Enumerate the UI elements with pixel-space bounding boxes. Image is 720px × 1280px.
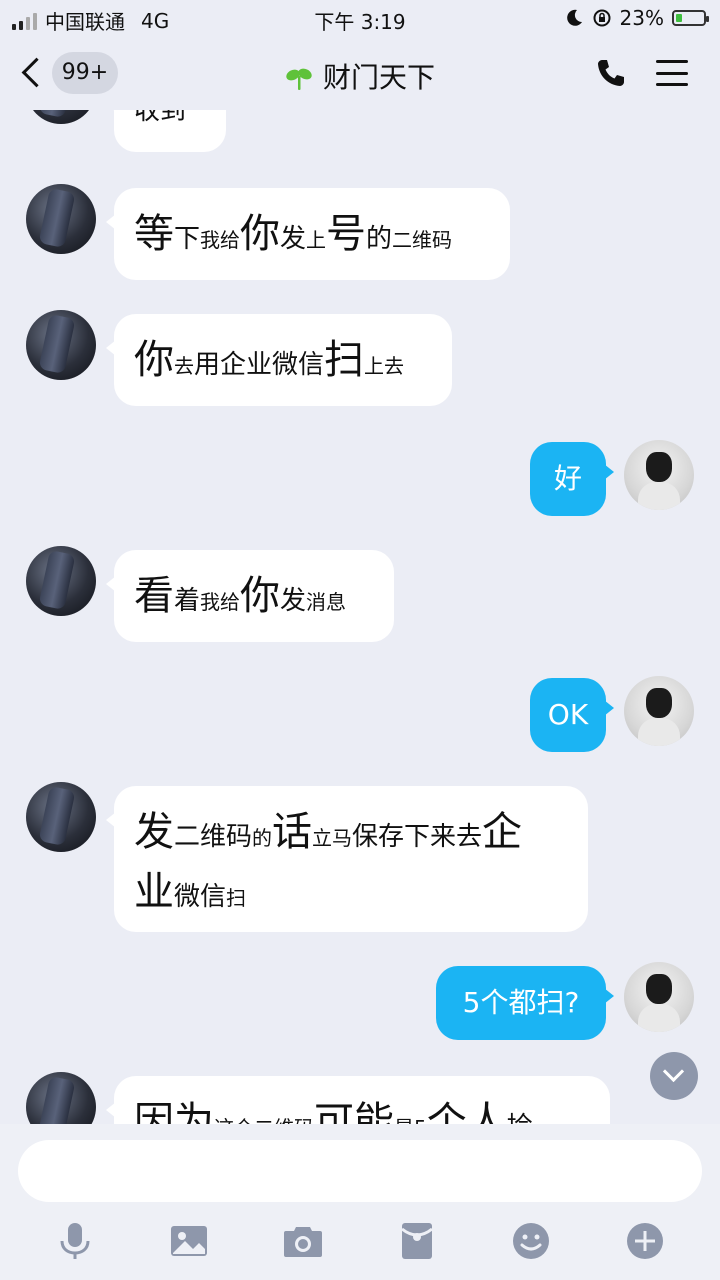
phone-icon[interactable]	[594, 56, 628, 90]
message-bubble[interactable]: 你去用企业微信扫上去	[106, 314, 452, 406]
message-text: 等	[134, 211, 174, 257]
battery-percent: 23%	[619, 6, 664, 30]
message-text: 你	[134, 337, 174, 383]
contact-avatar[interactable]	[26, 184, 96, 254]
message-text: 你	[240, 573, 281, 619]
camera-icon[interactable]	[280, 1218, 326, 1264]
message-text: 可能	[314, 1099, 394, 1124]
message-bubble[interactable]: 发二维码的话立马保存下来去企 业微信扫	[106, 786, 588, 932]
message-line: 业微信扫	[134, 866, 568, 926]
message-text: 收到	[134, 110, 187, 126]
battery-icon	[672, 10, 709, 26]
message-list[interactable]: 收到 等下我给你发上号的二维码 你去用企业微信扫上去好看着我给你发消息 OK 发二维码的…	[0, 110, 720, 1124]
message-text: 发	[280, 586, 307, 616]
message-text: 下	[174, 224, 201, 254]
message-bubble[interactable]: 收到	[106, 110, 226, 152]
message-line: 等下我给你发上号的二维码	[134, 208, 490, 268]
message-text: 消息	[306, 590, 347, 614]
contact-avatar[interactable]	[26, 1072, 96, 1124]
input-toolbar	[0, 1218, 720, 1264]
message-text: OK	[547, 698, 589, 731]
message-text: 看	[134, 573, 174, 619]
message-bubble[interactable]: 看着我给你发消息	[106, 550, 394, 642]
chat-title-text: 财门天下	[322, 61, 435, 94]
message-text: 立马	[312, 826, 353, 850]
contact-avatar[interactable]	[26, 782, 96, 852]
message-text: 因为	[134, 1099, 214, 1124]
message-text: 个人	[426, 1099, 507, 1124]
message-text: 你	[240, 211, 281, 257]
message-text: 上去	[364, 354, 405, 378]
message-text: 业	[134, 869, 174, 915]
message-text: 发	[134, 809, 174, 855]
contact-avatar[interactable]	[26, 310, 96, 380]
contact-avatar[interactable]	[26, 546, 96, 616]
message-text: 的	[366, 224, 393, 254]
message-text: 扫	[226, 886, 247, 910]
message-text: 着	[174, 586, 201, 616]
message-text: 上	[306, 228, 327, 252]
message-line: 你去用企业微信扫上去	[134, 334, 432, 394]
my-avatar[interactable]	[624, 962, 694, 1032]
contact-avatar[interactable]	[26, 110, 96, 124]
message-line: 收到	[134, 110, 206, 140]
status-bar: 中国联通 4G 下午 3:19 23%	[0, 0, 720, 40]
sprout-icon	[286, 68, 312, 90]
message-input[interactable]	[18, 1140, 702, 1202]
image-icon[interactable]	[166, 1218, 212, 1264]
moon-icon	[566, 9, 582, 26]
message-text: 去	[174, 354, 194, 378]
emoji-icon[interactable]	[508, 1218, 554, 1264]
message-line: 发二维码的话立马保存下来去企	[134, 806, 568, 866]
chat-header: 99+ 财门天下	[0, 40, 720, 110]
message-text: 微信	[174, 882, 227, 912]
input-bar	[0, 1124, 720, 1280]
message-text: 二维码	[174, 822, 253, 852]
message-text: 二维码	[254, 1116, 314, 1124]
my-avatar[interactable]	[624, 676, 694, 746]
message-line: 因为这个二维码可能是5个人捡	[134, 1096, 590, 1124]
message-text: 二维码	[392, 228, 453, 252]
message-text: 这个	[214, 1116, 254, 1124]
message-text: 我给	[200, 590, 241, 614]
message-text: 扫	[324, 337, 365, 383]
message-text: 保存下来去	[352, 822, 483, 852]
message-bubble[interactable]: 5个都扫?	[436, 966, 614, 1040]
message-text: 号	[326, 211, 367, 257]
message-text: 好	[553, 462, 582, 495]
message-line: 看着我给你发消息	[134, 570, 374, 630]
message-text: 用企业微信	[194, 350, 325, 380]
message-bubble[interactable]: 因为这个二维码可能是5个人捡	[106, 1076, 610, 1124]
microphone-icon[interactable]	[52, 1218, 98, 1264]
message-bubble[interactable]: 好	[530, 442, 614, 516]
rotation-lock-icon	[593, 9, 611, 27]
red-packet-icon[interactable]	[394, 1218, 440, 1264]
message-text: 话	[272, 809, 313, 855]
message-text: 的	[252, 826, 273, 850]
message-text: 是5	[394, 1116, 427, 1124]
scroll-down-button[interactable]	[650, 1052, 698, 1100]
menu-icon[interactable]	[656, 60, 688, 86]
message-bubble[interactable]: 等下我给你发上号的二维码	[106, 188, 510, 280]
message-text: 5个都扫?	[462, 986, 580, 1019]
message-text: 我给	[200, 228, 241, 252]
message-bubble[interactable]: OK	[530, 678, 614, 752]
plus-icon[interactable]	[622, 1218, 668, 1264]
message-text: 捡	[507, 1112, 533, 1124]
message-text: 企	[482, 809, 523, 855]
message-text: 发	[280, 224, 307, 254]
my-avatar[interactable]	[624, 440, 694, 510]
status-right: 23%	[564, 6, 709, 30]
